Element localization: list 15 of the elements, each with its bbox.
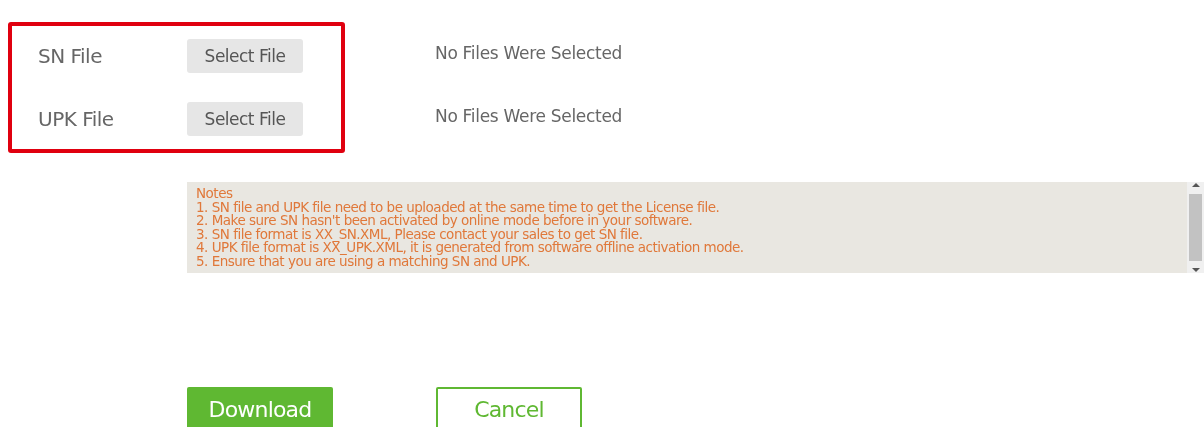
file-status: No Files Were Selected (435, 42, 623, 65)
note-line: 3. SN file format is XX_SN.XML, Please contact your sales to get SN file. (196, 227, 643, 241)
field-label: SN File (38, 44, 103, 68)
scrollbar[interactable] (1187, 182, 1204, 273)
note-line: 2. Make sure SN hasn't been activated by online mode before in your software. (196, 214, 694, 228)
scroll-down-icon[interactable] (1191, 267, 1200, 273)
select-file-button[interactable]: Select File (187, 102, 303, 136)
note-line: 5. Ensure that you are using a matching SN and UPK. (196, 254, 532, 268)
scroll-up-icon[interactable] (1191, 182, 1200, 188)
note-line: 1. SN file and UPK file need to be uploaded at the same time to get the License file. (196, 200, 721, 214)
field-label: UPK File (38, 107, 115, 131)
notes-title: Notes (196, 187, 233, 201)
file-status: No Files Were Selected (435, 105, 623, 128)
note-line: 4. UPK file format is XX_UPK.XML, it is generated from software offline activation mode. (196, 241, 745, 255)
select-file-button[interactable]: Select File (187, 39, 303, 73)
